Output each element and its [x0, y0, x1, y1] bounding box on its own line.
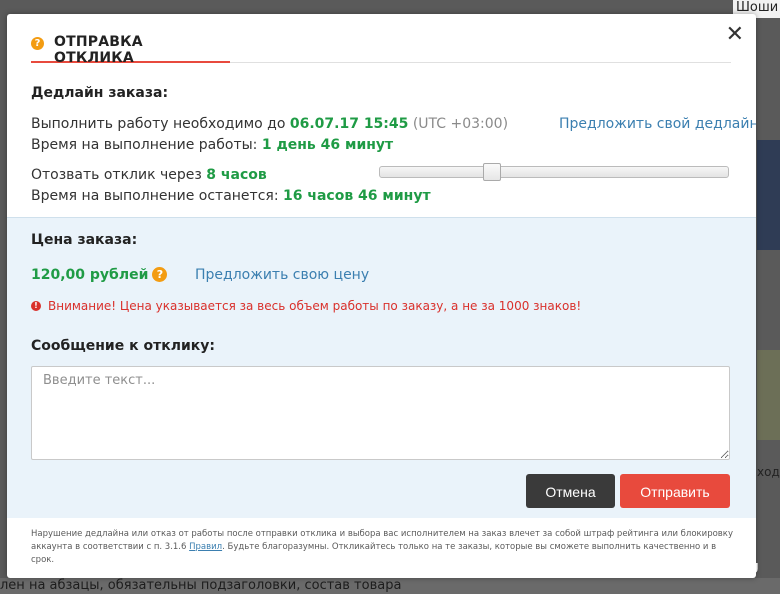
- deadline-complete-row: Выполнить работу необходимо до 06.07.17 …: [31, 116, 508, 132]
- time-to-complete-label: Время на выполнение работы:: [31, 137, 258, 153]
- question-circle-icon[interactable]: ?: [152, 267, 168, 282]
- deadline-section-title: Дедлайн заказа:: [31, 85, 169, 101]
- price-value: 120,00 рублей: [31, 267, 149, 283]
- withdraw-label: Отозвать отклик через: [31, 167, 202, 183]
- watermark-logo: iRECOMMEND.RU: [633, 562, 759, 577]
- message-section-title: Сообщение к отклику:: [31, 338, 216, 354]
- propose-deadline-link[interactable]: Предложить свой дедлайн: [559, 116, 756, 132]
- price-warning: ! Внимание! Цена указывается за весь объ…: [31, 299, 581, 313]
- withdraw-value: 8 часов: [206, 167, 267, 183]
- deadline-complete-prefix: Выполнить работу необходимо до: [31, 116, 286, 132]
- price-warning-text: Внимание! Цена указывается за весь объем…: [48, 299, 582, 313]
- question-circle-icon: ?: [31, 37, 44, 50]
- exclamation-circle-icon: !: [31, 301, 41, 311]
- background-side-text: ходо: [757, 465, 780, 479]
- footer-notice: Нарушение дедлайна или отказ от работы п…: [31, 528, 737, 567]
- modal-title: ОТПРАВКА ОТКЛИКА: [54, 34, 143, 66]
- remaining-label: Время на выполнение останется:: [31, 188, 279, 204]
- propose-price-link[interactable]: Предложить свою цену: [195, 267, 369, 283]
- price-section-title: Цена заказа:: [31, 232, 138, 248]
- deadline-complete-date: 06.07.17 15:45: [289, 116, 409, 132]
- message-input[interactable]: [31, 366, 730, 460]
- remaining-value: 16 часов 46 минут: [282, 188, 431, 204]
- price-row: 120,00 рублей?: [31, 267, 168, 283]
- rules-link[interactable]: Правил: [189, 542, 222, 552]
- time-to-complete-row: Время на выполнение работы: 1 день 46 ми…: [31, 137, 393, 153]
- deadline-timezone: (UTC +03:00): [412, 116, 509, 132]
- modal-header-active: ? ОТПРАВКА ОТКЛИКА: [31, 34, 230, 66]
- cancel-button[interactable]: Отмена: [526, 474, 615, 508]
- background-image-2: [757, 350, 780, 440]
- slider-handle[interactable]: [483, 163, 501, 181]
- time-to-complete-value: 1 день 46 минут: [261, 137, 394, 153]
- withdraw-row: Отозвать отклик через 8 часов: [31, 167, 267, 183]
- send-button[interactable]: Отправить: [620, 474, 730, 508]
- background-image: [757, 140, 780, 250]
- withdraw-time-slider[interactable]: [379, 163, 729, 181]
- background-bottom-text: лен на абзацы, обязательны подзаголовки,…: [0, 578, 402, 593]
- response-modal: ✕ ? ОТПРАВКА ОТКЛИКА Дедлайн заказа: Вып…: [7, 14, 756, 578]
- modal-header: ? ОТПРАВКА ОТКЛИКА: [31, 34, 731, 66]
- remaining-row: Время на выполнение останется: 16 часов …: [31, 188, 431, 204]
